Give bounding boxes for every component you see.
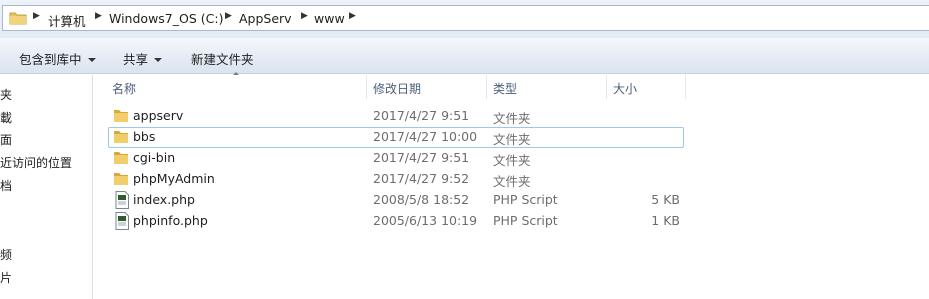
file-row[interactable]: appserv 2017/4/27 9:51 文件夹 — [108, 106, 684, 127]
file-type: PHP Script — [493, 213, 558, 228]
address-bar[interactable]: ▶ 计算机 ▶ Windows7_OS (C:) ▶ AppServ ▶ www… — [2, 5, 929, 31]
folder-icon — [114, 152, 128, 164]
nav-item[interactable]: 夹 — [0, 86, 12, 103]
file-row[interactable]: index.php 2008/5/8 18:52 PHP Script 5 KB — [108, 190, 684, 211]
file-name: index.php — [133, 192, 195, 207]
php-file-icon — [115, 191, 129, 209]
file-type: PHP Script — [493, 192, 558, 207]
crumb-drive[interactable]: Windows7_OS (C:) — [109, 11, 223, 26]
folder-icon — [114, 173, 128, 185]
file-name: bbs — [133, 129, 156, 144]
file-type: 文件夹 — [493, 111, 531, 126]
file-modified: 2017/4/27 9:51 — [373, 108, 470, 123]
dropdown-arrow-icon — [87, 58, 96, 62]
nav-item[interactable]: 频 — [0, 246, 12, 263]
chevron-right-icon[interactable]: ▶ — [225, 11, 232, 21]
file-row[interactable]: phpinfo.php 2005/6/13 10:19 PHP Script 1… — [108, 211, 684, 232]
file-name: phpinfo.php — [133, 213, 208, 228]
column-header-type[interactable]: 类型 — [487, 75, 607, 99]
crumb-www[interactable]: www — [314, 11, 345, 26]
column-header-name[interactable]: 名称 — [106, 75, 367, 99]
include-in-library-label: 包含到库中 — [19, 52, 82, 67]
file-name: cgi-bin — [133, 150, 176, 165]
include-in-library-button[interactable]: 包含到库中 — [19, 49, 96, 68]
command-toolbar: 包含到库中 共享 新建文件夹 — [0, 38, 929, 74]
file-modified: 2017/4/27 9:52 — [373, 171, 470, 186]
file-type: 文件夹 — [493, 174, 531, 189]
folder-icon — [9, 12, 27, 25]
file-row[interactable]: phpMyAdmin 2017/4/27 9:52 文件夹 — [108, 169, 684, 190]
column-header-modified[interactable]: 修改日期 — [367, 75, 487, 99]
chevron-right-icon[interactable]: ▶ — [33, 11, 40, 21]
nav-item[interactable]: 片 — [0, 269, 12, 286]
new-folder-button[interactable]: 新建文件夹 — [191, 49, 254, 68]
crumb-computer[interactable]: 计算机 — [48, 11, 86, 30]
share-label: 共享 — [123, 52, 149, 67]
file-size: 1 KB — [651, 213, 680, 228]
column-header-size[interactable]: 大小 — [607, 75, 686, 99]
navigation-pane: 夹 載 面 近访问的位置 档 频 片 — [0, 75, 93, 299]
chevron-right-icon[interactable]: ▶ — [95, 11, 102, 21]
file-name: phpMyAdmin — [133, 171, 215, 186]
folder-icon — [114, 110, 128, 122]
chevron-right-icon[interactable]: ▶ — [301, 11, 308, 21]
file-type: 文件夹 — [493, 132, 531, 147]
dropdown-arrow-icon — [154, 58, 163, 62]
nav-item[interactable]: 載 — [0, 109, 12, 126]
nav-item-recent-places[interactable]: 近访问的位置 — [0, 154, 72, 171]
file-modified: 2017/4/27 10:00 — [373, 129, 478, 144]
address-bar-area: ▶ 计算机 ▶ Windows7_OS (C:) ▶ AppServ ▶ www… — [0, 0, 929, 38]
file-modified: 2017/4/27 9:51 — [373, 150, 470, 165]
crumb-appserv[interactable]: AppServ — [239, 11, 292, 26]
file-modified: 2008/5/8 18:52 — [373, 192, 470, 207]
file-row[interactable]: cgi-bin 2017/4/27 9:51 文件夹 — [108, 148, 684, 169]
file-size: 5 KB — [651, 192, 680, 207]
nav-item[interactable]: 档 — [0, 177, 12, 194]
php-file-icon — [115, 212, 129, 230]
folder-icon — [114, 131, 128, 143]
share-button[interactable]: 共享 — [123, 49, 163, 68]
file-row-selected[interactable]: bbs 2017/4/27 10:00 文件夹 — [108, 127, 684, 148]
file-modified: 2005/6/13 10:19 — [373, 213, 478, 228]
chevron-right-icon[interactable]: ▶ — [349, 11, 356, 21]
file-type: 文件夹 — [493, 153, 531, 168]
nav-item[interactable]: 面 — [0, 131, 12, 148]
file-name: appserv — [133, 108, 184, 123]
